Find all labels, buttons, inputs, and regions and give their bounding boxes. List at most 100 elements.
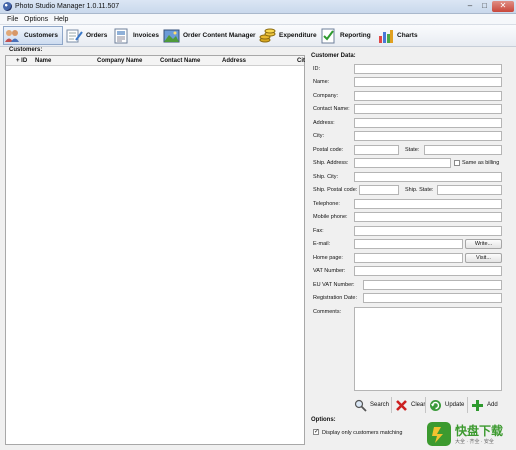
- same-as-billing-label: Same as billing: [462, 160, 500, 166]
- add-icon: [471, 399, 484, 412]
- write-email-button[interactable]: Write...: [465, 239, 502, 249]
- clear-button-label: Clear: [411, 402, 426, 408]
- invoices-icon: [113, 28, 130, 44]
- search-button-label: Search: [370, 402, 390, 408]
- tab-expenditure[interactable]: Expenditure: [259, 26, 317, 45]
- customer-data-panel: Customer Data: ID: Name: Company: Contac…: [307, 47, 514, 445]
- fax-label: Fax:: [313, 228, 324, 234]
- menu-file[interactable]: File: [7, 16, 18, 23]
- comments-field[interactable]: [354, 307, 502, 391]
- reporting-icon: [320, 28, 337, 44]
- ship-state-label: Ship. State:: [405, 187, 434, 193]
- tab-invoices[interactable]: Invoices: [113, 26, 159, 45]
- mobile-phone-field[interactable]: [354, 212, 502, 222]
- main-toolbar: Customers Orders Invoices Order Content …: [0, 25, 516, 47]
- fax-field[interactable]: [354, 226, 502, 236]
- tab-order-content-manager[interactable]: Order Content Manager: [163, 26, 256, 45]
- column-company-name[interactable]: Company Name: [97, 58, 142, 64]
- address-field[interactable]: [354, 118, 502, 128]
- name-label: Name:: [313, 79, 330, 85]
- display-only-matching-checkbox[interactable]: [313, 428, 319, 435]
- customers-icon: [4, 28, 21, 44]
- ship-postal-code-field[interactable]: [359, 185, 399, 195]
- watermark-logo: 快盘下载 大全 · 齐全 · 安全: [425, 420, 513, 448]
- column-contact-name[interactable]: Contact Name: [160, 58, 200, 64]
- mobile-phone-label: Mobile phone:: [313, 214, 348, 220]
- company-field[interactable]: [354, 91, 502, 101]
- display-only-matching-label: Display only customers matching: [322, 430, 403, 436]
- telephone-label: Telephone:: [313, 201, 340, 207]
- action-divider: [391, 397, 392, 413]
- tab-orders[interactable]: Orders: [66, 26, 110, 45]
- registration-date-label: Registration Date:: [313, 295, 358, 301]
- tab-reporting[interactable]: Reporting: [320, 26, 372, 45]
- clear-button[interactable]: Clear: [395, 396, 425, 414]
- column-name[interactable]: Name: [35, 58, 51, 64]
- tab-orders-label: Orders: [86, 32, 108, 39]
- state-label: State:: [405, 147, 420, 153]
- customers-pane: Customers: + ID Name Company Name Contac…: [5, 47, 305, 445]
- update-icon: [429, 399, 442, 412]
- column-city[interactable]: Cit: [297, 58, 305, 64]
- postal-code-label: Postal code:: [313, 147, 344, 153]
- tab-customers[interactable]: Customers: [3, 26, 63, 45]
- close-button[interactable]: ✕: [492, 1, 514, 12]
- search-icon: [354, 399, 367, 412]
- search-button[interactable]: Search: [354, 396, 389, 414]
- email-label: E-mail:: [313, 241, 331, 247]
- city-label: City:: [313, 133, 324, 139]
- update-button-label: Update: [445, 402, 465, 408]
- orders-icon: [66, 28, 83, 44]
- customer-data-label: Customer Data:: [311, 53, 356, 59]
- menu-options[interactable]: Options: [24, 16, 48, 23]
- eu-vat-number-field[interactable]: [363, 280, 502, 290]
- add-button[interactable]: Add: [471, 396, 498, 414]
- id-field[interactable]: [354, 64, 502, 74]
- id-label: ID:: [313, 66, 321, 72]
- update-button[interactable]: Update: [429, 396, 464, 414]
- home-page-field[interactable]: [354, 253, 463, 263]
- window-title: Photo Studio Manager 1.0.11.507: [15, 3, 120, 10]
- postal-code-field[interactable]: [354, 145, 399, 155]
- home-page-label: Home page:: [313, 255, 343, 261]
- tab-charts-label: Charts: [397, 32, 418, 39]
- charts-icon: [377, 28, 394, 44]
- state-field[interactable]: [424, 145, 502, 155]
- ship-city-field[interactable]: [354, 172, 502, 182]
- telephone-field[interactable]: [354, 199, 502, 209]
- ship-address-label: Ship. Address:: [313, 160, 349, 166]
- column-id[interactable]: + ID: [16, 58, 27, 64]
- tab-customers-label: Customers: [24, 32, 58, 39]
- tab-reporting-label: Reporting: [340, 32, 371, 39]
- contact-name-field[interactable]: [354, 104, 502, 114]
- watermark-text: 快盘下载: [455, 424, 504, 438]
- vat-number-field[interactable]: [354, 266, 502, 276]
- eu-vat-number-label: EU VAT Number:: [313, 282, 355, 288]
- add-button-label: Add: [487, 402, 498, 408]
- tab-charts[interactable]: Charts: [377, 26, 419, 45]
- clear-icon: [395, 399, 408, 412]
- visit-home-page-button[interactable]: Visit...: [465, 253, 502, 263]
- vat-number-label: VAT Number:: [313, 268, 346, 274]
- contact-name-label: Contact Name:: [313, 106, 350, 112]
- minimize-button[interactable]: –: [463, 1, 477, 12]
- ship-address-field[interactable]: [354, 158, 451, 168]
- city-field[interactable]: [354, 131, 502, 141]
- tab-order-content-manager-label: Order Content Manager: [183, 32, 256, 39]
- comments-label: Comments:: [313, 309, 342, 315]
- menu-bar: File Options Help: [0, 14, 516, 25]
- customers-table[interactable]: + ID Name Company Name Contact Name Addr…: [5, 55, 305, 445]
- registration-date-field[interactable]: [363, 293, 502, 303]
- column-address[interactable]: Address: [222, 58, 246, 64]
- order-content-manager-icon: [163, 28, 180, 44]
- same-as-billing-checkbox[interactable]: [454, 160, 460, 166]
- maximize-button[interactable]: □: [478, 1, 491, 12]
- menu-help[interactable]: Help: [54, 16, 68, 23]
- action-divider: [467, 397, 468, 413]
- title-bar: Photo Studio Manager 1.0.11.507 – □ ✕: [0, 0, 516, 14]
- company-label: Company:: [313, 93, 339, 99]
- email-field[interactable]: [354, 239, 463, 249]
- name-field[interactable]: [354, 77, 502, 87]
- expenditure-icon: [259, 28, 276, 44]
- ship-state-field[interactable]: [437, 185, 502, 195]
